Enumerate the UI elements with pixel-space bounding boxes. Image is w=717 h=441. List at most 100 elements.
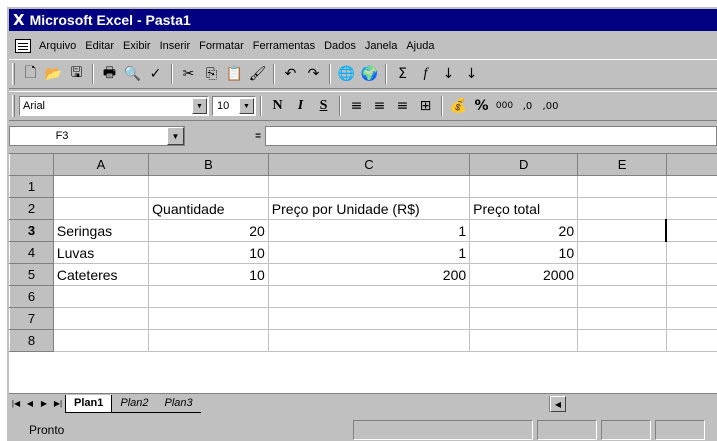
formula-input[interactable]	[265, 126, 717, 146]
menu-arquivo[interactable]: Arquivo	[39, 40, 76, 52]
cell-d1[interactable]	[469, 175, 579, 198]
cell-b4[interactable]: 10	[148, 241, 269, 264]
column-header-d[interactable]: D	[469, 153, 579, 176]
scroll-left-icon[interactable]: ◀	[550, 396, 566, 412]
cell-b1[interactable]	[148, 175, 269, 198]
align-left-icon[interactable]: ≡	[345, 95, 368, 117]
cell-c7[interactable]	[267, 307, 471, 330]
menu-formatar[interactable]: Formatar	[199, 40, 244, 52]
column-header-c[interactable]: C	[267, 153, 471, 176]
function-icon[interactable]: f	[414, 63, 437, 85]
cell-f6[interactable]	[665, 285, 717, 308]
menu-dados[interactable]: Dados	[324, 40, 356, 52]
column-header-b[interactable]: B	[148, 153, 269, 176]
underline-button[interactable]: S	[312, 95, 335, 117]
first-sheet-icon[interactable]: |◀	[9, 396, 23, 412]
cell-b3[interactable]: 20	[148, 219, 269, 242]
cell-e2[interactable]	[577, 197, 667, 220]
font-name-select[interactable]: Arial ▼	[19, 96, 209, 116]
last-sheet-icon[interactable]: ▶|	[51, 396, 65, 412]
menu-ferramentas[interactable]: Ferramentas	[253, 40, 315, 52]
cell-d6[interactable]	[469, 285, 579, 308]
row-header[interactable]: 8	[9, 329, 54, 352]
paste-icon[interactable]: 📋	[223, 63, 246, 85]
copy-icon[interactable]: ⎘	[200, 63, 223, 85]
spelling-icon[interactable]: ✓	[144, 63, 167, 85]
web-toolbar-icon[interactable]: 🌍	[358, 63, 381, 85]
italic-button[interactable]: I	[289, 95, 312, 117]
row-header[interactable]: 2	[9, 197, 54, 220]
cell-e5[interactable]	[577, 263, 667, 286]
row-header[interactable]: 6	[9, 285, 54, 308]
cell-e6[interactable]	[577, 285, 667, 308]
cell-d3[interactable]: 20	[469, 219, 579, 242]
menu-ajuda[interactable]: Ajuda	[406, 40, 434, 52]
menu-inserir[interactable]: Inserir	[160, 40, 191, 52]
menu-editar[interactable]: Editar	[85, 40, 114, 52]
chevron-down-icon[interactable]: ▼	[192, 98, 207, 114]
decrease-decimal-button[interactable]: ,00	[539, 95, 562, 117]
cell-a5[interactable]: Cateteres	[52, 263, 150, 286]
increase-decimal-button[interactable]: ,0	[516, 95, 539, 117]
save-icon[interactable]: 🖫	[65, 63, 88, 85]
cell-b5[interactable]: 10	[148, 263, 269, 286]
cell-a6[interactable]	[52, 285, 150, 308]
format-painter-icon[interactable]: 🖌	[246, 63, 269, 85]
cell-e4[interactable]	[577, 241, 667, 264]
cell-f2[interactable]	[665, 197, 717, 220]
column-header-e[interactable]: E	[577, 153, 667, 176]
cell-f8[interactable]	[665, 329, 717, 352]
cell-e7[interactable]	[577, 307, 667, 330]
bold-button[interactable]: N	[266, 95, 289, 117]
cell-a7[interactable]	[52, 307, 150, 330]
thousands-button[interactable]: 000	[493, 95, 516, 117]
cell-e3[interactable]	[577, 219, 667, 242]
new-icon[interactable]: 🗋	[19, 63, 42, 85]
row-header[interactable]: 4	[9, 241, 54, 264]
align-center-icon[interactable]: ≡	[368, 95, 391, 117]
cell-d7[interactable]	[469, 307, 579, 330]
undo-icon[interactable]: ↶	[279, 63, 302, 85]
cell-f1[interactable]	[665, 175, 717, 198]
cell-d4[interactable]: 10	[469, 241, 579, 264]
horizontal-scrollbar[interactable]: ◀	[549, 396, 717, 412]
open-icon[interactable]: 📂	[42, 63, 65, 85]
cell-a1[interactable]	[52, 175, 150, 198]
cell-f3[interactable]	[665, 219, 717, 242]
align-right-icon[interactable]: ≡	[391, 95, 414, 117]
select-all-button[interactable]	[9, 153, 54, 176]
print-icon[interactable]: 🖶	[98, 63, 121, 85]
row-header[interactable]: 7	[9, 307, 54, 330]
cell-c6[interactable]	[267, 285, 471, 308]
cell-a8[interactable]	[52, 329, 150, 352]
edit-formula-button[interactable]: =	[185, 126, 265, 146]
cell-a2[interactable]	[52, 197, 150, 220]
cell-e1[interactable]	[577, 175, 667, 198]
cell-e8[interactable]	[577, 329, 667, 352]
percent-button[interactable]: %	[470, 95, 493, 117]
cell-c5[interactable]: 200	[267, 263, 471, 286]
prev-sheet-icon[interactable]: ◀	[23, 396, 37, 412]
document-icon[interactable]	[15, 39, 31, 53]
sheet-tab-plan1[interactable]: Plan1	[65, 394, 113, 413]
font-size-select[interactable]: 10 ▼	[212, 96, 256, 116]
cell-c2[interactable]: Preço por Unidade (R$)	[267, 197, 471, 220]
cell-c1[interactable]	[267, 175, 471, 198]
toolbar-grip[interactable]	[12, 63, 15, 85]
cell-a4[interactable]: Luvas	[52, 241, 150, 264]
row-header[interactable]: 1	[9, 175, 54, 198]
sort-desc-icon[interactable]: ↓	[460, 63, 483, 85]
toolbar-grip[interactable]	[12, 95, 15, 117]
cell-c4[interactable]: 1	[267, 241, 471, 264]
cell-c3[interactable]: 1	[267, 219, 471, 242]
column-header-f[interactable]	[665, 153, 717, 176]
chevron-down-icon[interactable]: ▼	[167, 127, 184, 145]
cut-icon[interactable]: ✂	[177, 63, 200, 85]
cell-d8[interactable]	[469, 329, 579, 352]
cell-a3[interactable]: Seringas	[52, 219, 150, 242]
name-box[interactable]: F3 ▼	[9, 126, 185, 146]
preview-icon[interactable]: 🔍	[121, 63, 144, 85]
merge-center-icon[interactable]: ⊞	[414, 95, 437, 117]
cell-b6[interactable]	[148, 285, 269, 308]
cell-f5[interactable]	[665, 263, 717, 286]
